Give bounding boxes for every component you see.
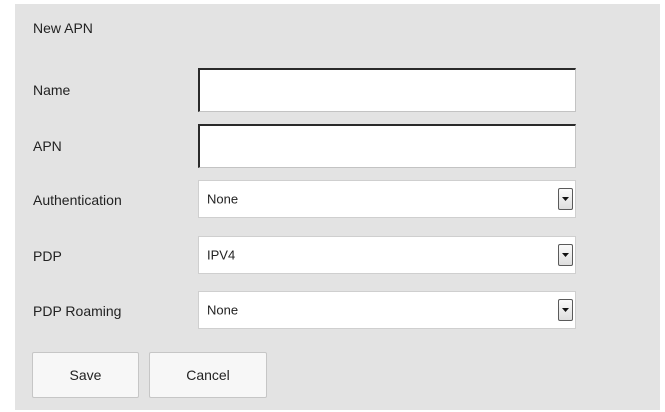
cancel-button[interactable]: Cancel: [149, 352, 267, 398]
pdp-select-value: IPV4: [207, 247, 236, 263]
pdp-roaming-select[interactable]: None: [198, 291, 576, 329]
pdp-select[interactable]: IPV4: [198, 236, 576, 274]
pdp-roaming-row: PDP Roaming None: [15, 289, 660, 333]
pdp-roaming-dropdown-button[interactable]: [558, 299, 573, 321]
new-apn-panel: New APN Name APN Authentication None PDP…: [15, 4, 660, 410]
apn-row: APN: [15, 124, 660, 168]
pdp-roaming-label: PDP Roaming: [33, 303, 122, 319]
authentication-select-value: None: [207, 191, 239, 207]
chevron-down-icon: [562, 308, 569, 312]
panel-title: New APN: [33, 20, 93, 36]
authentication-label: Authentication: [33, 192, 122, 208]
save-button[interactable]: Save: [32, 352, 139, 398]
apn-label: APN: [33, 138, 62, 154]
authentication-row: Authentication None: [15, 178, 660, 222]
chevron-down-icon: [562, 197, 569, 201]
apn-input[interactable]: [198, 124, 576, 168]
name-label: Name: [33, 82, 71, 98]
authentication-dropdown-button[interactable]: [558, 188, 573, 210]
pdp-roaming-select-value: None: [207, 302, 239, 318]
name-row: Name: [15, 68, 660, 112]
name-input[interactable]: [198, 68, 576, 112]
pdp-label: PDP: [33, 248, 62, 264]
pdp-row: PDP IPV4: [15, 234, 660, 278]
chevron-down-icon: [562, 253, 569, 257]
pdp-dropdown-button[interactable]: [558, 244, 573, 266]
authentication-select[interactable]: None: [198, 180, 576, 218]
